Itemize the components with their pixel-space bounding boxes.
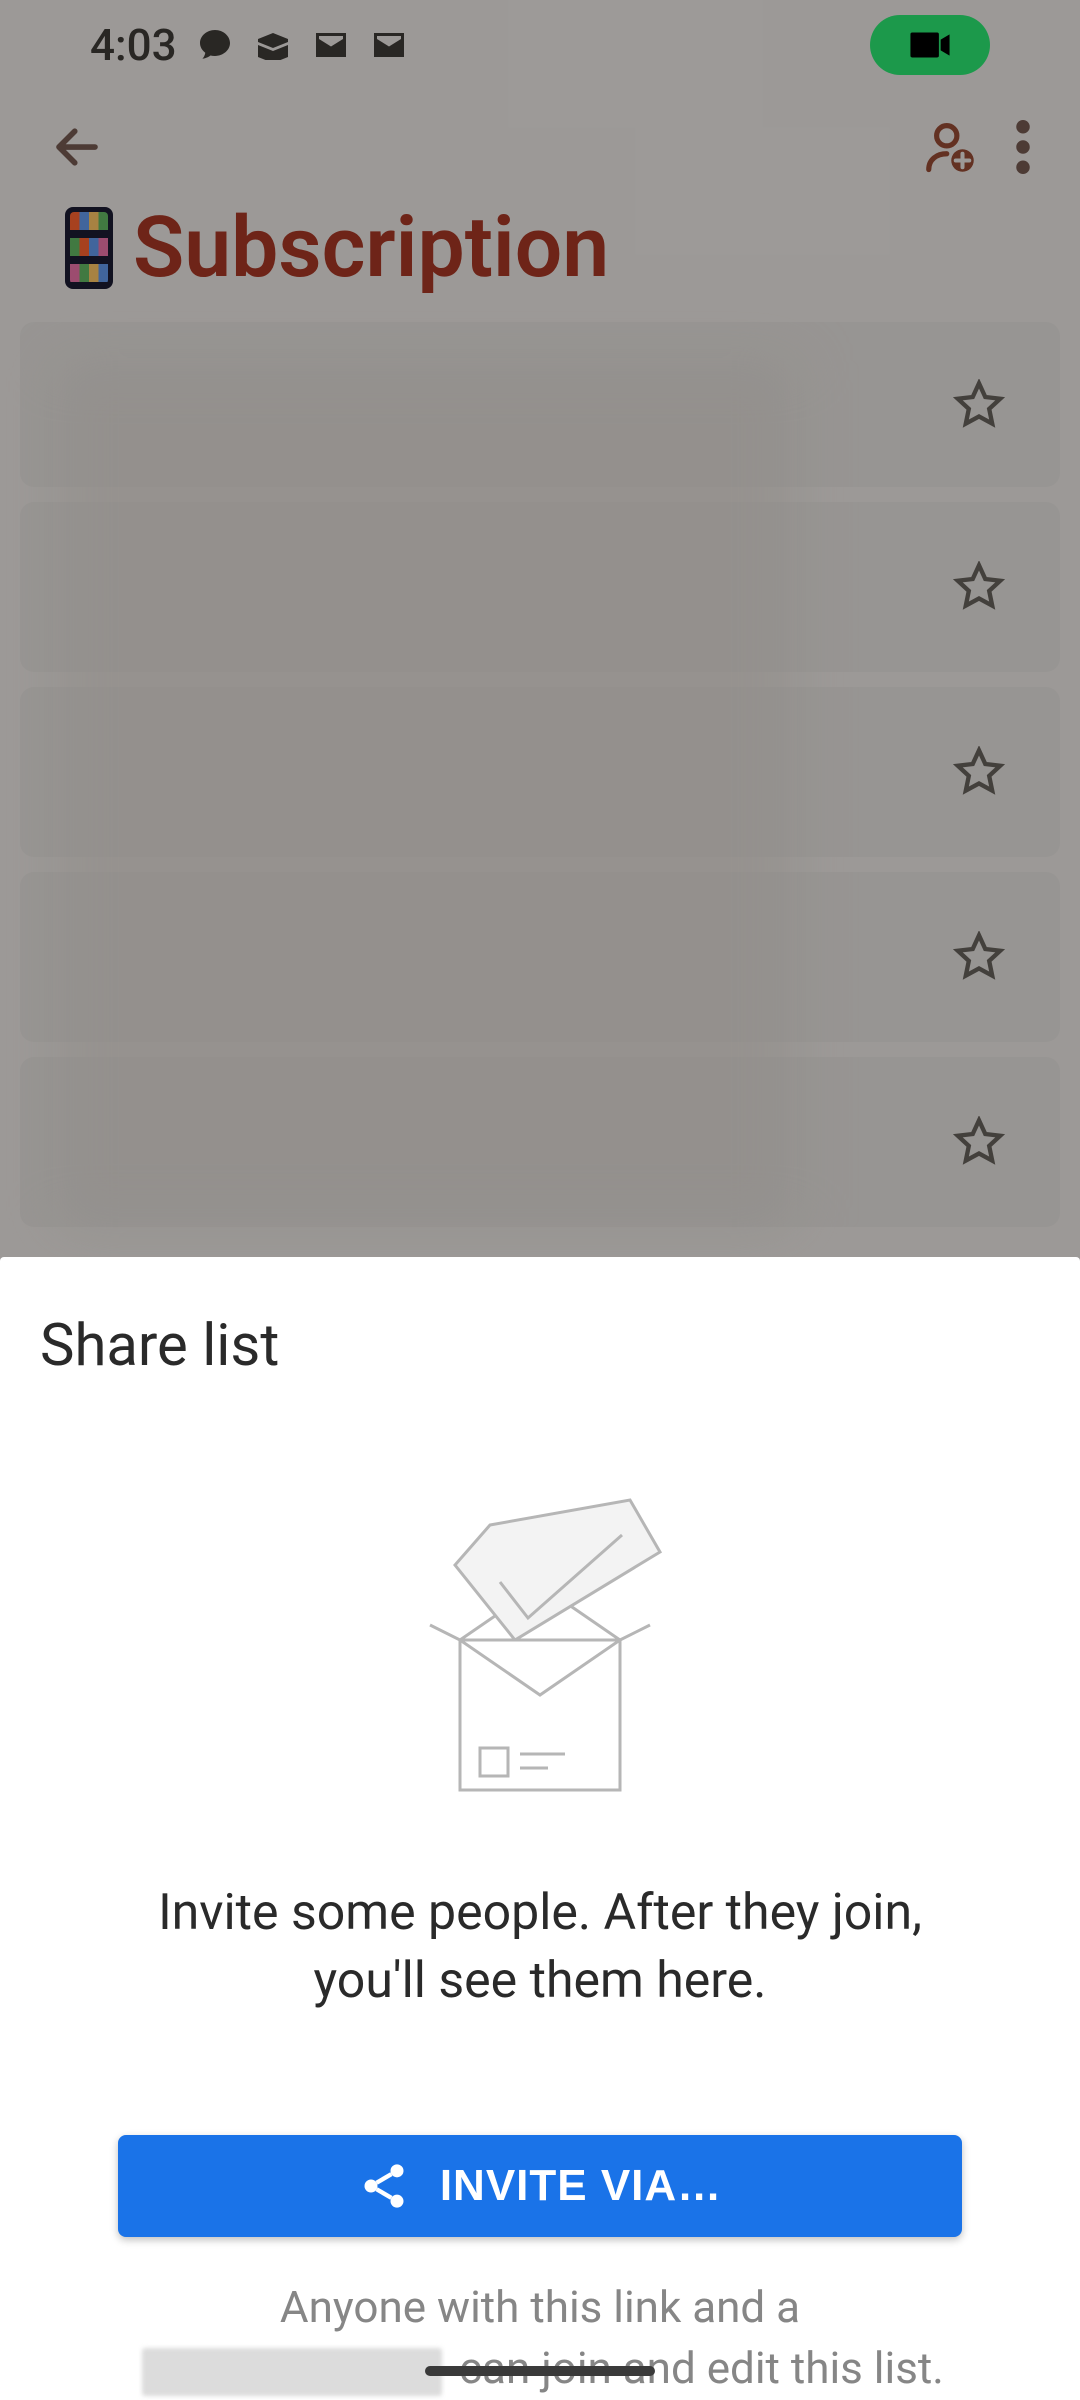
invite-via-button[interactable]: INVITE VIA… xyxy=(118,2135,962,2237)
invite-label: INVITE VIA… xyxy=(440,2161,722,2211)
nav-handle[interactable] xyxy=(425,2366,655,2376)
sheet-footer: Anyone with this link and a can join and… xyxy=(40,2277,1040,2400)
envelope-illustration xyxy=(40,1470,1040,1800)
sheet-subtitle: Invite some people. After they join, you… xyxy=(40,1880,1040,2015)
redacted-text xyxy=(142,2348,442,2396)
share-icon xyxy=(358,2160,410,2212)
share-list-sheet: Share list Invite some people. After the… xyxy=(0,1257,1080,2400)
footer-text-before: Anyone with this link and a xyxy=(280,2281,800,2333)
envelope-check-icon xyxy=(380,1470,700,1800)
sheet-title: Share list xyxy=(40,1312,1040,1380)
